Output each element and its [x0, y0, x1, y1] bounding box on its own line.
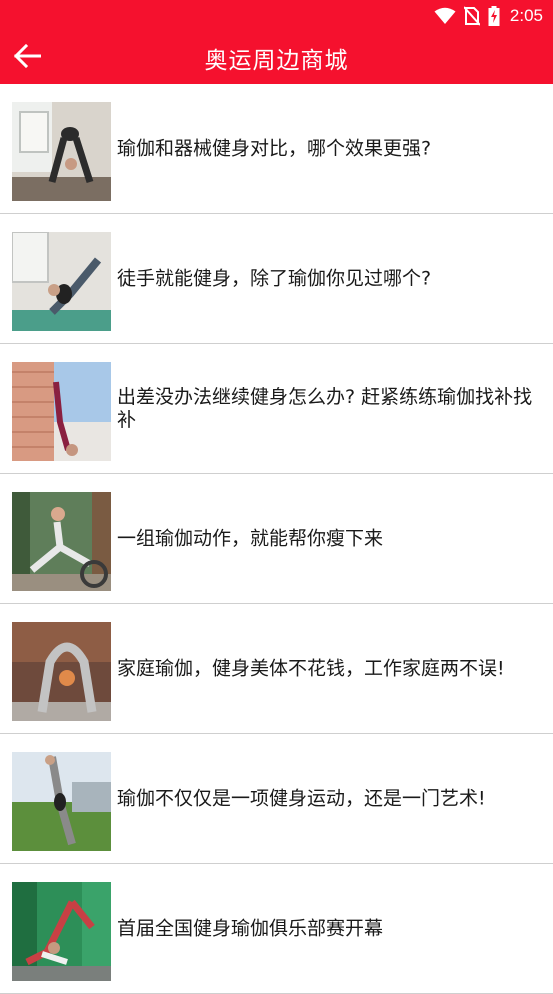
list-item[interactable]: 瑜伽和器械健身对比，哪个效果更强? — [0, 84, 553, 214]
article-thumbnail — [12, 232, 111, 331]
article-thumbnail — [12, 492, 111, 591]
app-bar: 奥运周边商城 — [0, 31, 553, 84]
article-thumbnail — [12, 362, 111, 461]
article-title: 徒手就能健身，除了瑜伽你见过哪个? — [117, 267, 432, 289]
no-sim-icon — [463, 5, 480, 26]
list-item[interactable]: 徒手就能健身，除了瑜伽你见过哪个? — [0, 214, 553, 344]
status-bar: 2:05 — [0, 0, 553, 31]
battery-charging-icon — [488, 5, 500, 26]
list-item[interactable]: 瑜伽不仅仅是一项健身运动，还是一门艺术! — [0, 734, 553, 864]
wifi-icon — [434, 7, 456, 25]
list-item[interactable]: 一组瑜伽动作，就能帮你瘦下来 — [0, 474, 553, 604]
article-title: 瑜伽和器械健身对比，哪个效果更强? — [117, 137, 432, 159]
list-item[interactable]: 首届全国健身瑜伽俱乐部赛开幕 — [0, 864, 553, 994]
article-thumbnail — [12, 102, 111, 201]
article-thumbnail — [12, 752, 111, 851]
article-thumbnail — [12, 622, 111, 721]
status-time: 2:05 — [509, 5, 543, 25]
arrow-left-icon — [13, 43, 42, 72]
article-title: 出差没办法继续健身怎么办? 赶紧练练瑜伽找补找补 — [117, 385, 533, 431]
article-title: 瑜伽不仅仅是一项健身运动，还是一门艺术! — [117, 787, 486, 809]
list-item[interactable]: 家庭瑜伽，健身美体不花钱，工作家庭两不误! — [0, 604, 553, 734]
page-title: 奥运周边商城 — [204, 47, 349, 74]
article-list: 瑜伽和器械健身对比，哪个效果更强? 徒手就能健身，除了瑜伽你见过哪个? 出差没办… — [0, 84, 553, 994]
back-button[interactable] — [12, 43, 42, 73]
article-title: 一组瑜伽动作，就能帮你瘦下来 — [117, 527, 384, 549]
article-title: 家庭瑜伽，健身美体不花钱，工作家庭两不误! — [117, 657, 505, 679]
article-title: 首届全国健身瑜伽俱乐部赛开幕 — [117, 917, 384, 939]
list-item[interactable]: 出差没办法继续健身怎么办? 赶紧练练瑜伽找补找补 — [0, 344, 553, 474]
article-thumbnail — [12, 882, 111, 981]
